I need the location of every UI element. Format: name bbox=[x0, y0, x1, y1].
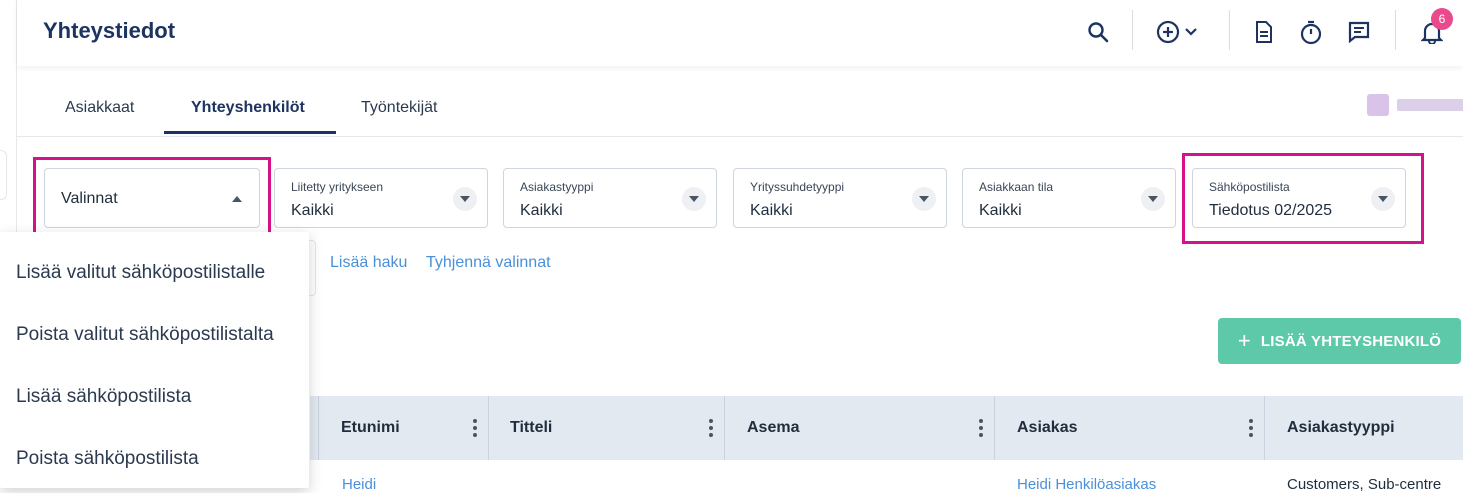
column-label: Asema bbox=[747, 419, 800, 436]
caret-down-icon bbox=[912, 187, 936, 211]
caret-down-icon bbox=[1141, 187, 1165, 211]
document-icon[interactable] bbox=[1249, 17, 1279, 47]
add-contact-button[interactable]: + LISÄÄ YHTEYSHENKILÖ bbox=[1218, 318, 1461, 364]
column-menu-icon[interactable] bbox=[979, 419, 983, 440]
add-circle-icon[interactable] bbox=[1153, 17, 1183, 47]
active-tab-indicator bbox=[164, 131, 336, 134]
header-divider bbox=[1132, 10, 1133, 50]
user-name-blurred bbox=[1397, 99, 1463, 111]
asiakkaan-tila-select[interactable]: Asiakkaan tila Kaikki bbox=[962, 168, 1176, 228]
table-header: Etunimi Titteli Asema Asiakas Asiakastyy… bbox=[310, 396, 1463, 460]
filter-value: Kaikki bbox=[750, 202, 793, 219]
column-titteli[interactable]: Titteli bbox=[489, 396, 725, 460]
filter-value: Kaikki bbox=[291, 202, 334, 219]
tab-tyontekijat[interactable]: Työntekijät bbox=[361, 99, 437, 117]
notification-badge: 6 bbox=[1431, 8, 1453, 30]
valinnat-menu: Lisää valitut sähköpostilistalle Poista … bbox=[0, 232, 309, 488]
clear-selections-link[interactable]: Tyhjennä valinnat bbox=[426, 254, 551, 272]
header-divider bbox=[1395, 10, 1396, 50]
cell-asiakas[interactable]: Heidi Henkilöasiakas bbox=[1017, 476, 1156, 493]
add-contact-label: LISÄÄ YHTEYSHENKILÖ bbox=[1260, 332, 1442, 350]
column-asiakas[interactable]: Asiakas bbox=[995, 396, 1265, 460]
column-label: Etunimi bbox=[341, 419, 400, 436]
menu-item-remove-list[interactable]: Poista sähköpostilista bbox=[16, 448, 199, 470]
filter-label: Asiakastyyppi bbox=[520, 180, 594, 194]
caret-down-icon bbox=[453, 187, 477, 211]
plus-icon: + bbox=[1237, 328, 1251, 353]
page-title: Yhteystiedot bbox=[43, 18, 176, 43]
menu-item-remove-selected[interactable]: Poista valitut sähköpostilistalta bbox=[16, 324, 274, 346]
filter-label: Liitetty yritykseen bbox=[291, 180, 384, 194]
chat-icon[interactable] bbox=[1344, 17, 1374, 47]
column-asiakastyyppi[interactable]: Asiakastyyppi bbox=[1265, 396, 1463, 460]
add-search-link[interactable]: Lisää haku bbox=[330, 254, 407, 272]
yrityssuhdetyyppi-select[interactable]: Yrityssuhdetyyppi Kaikki bbox=[733, 168, 947, 228]
filter-label: Yrityssuhdetyyppi bbox=[750, 180, 845, 194]
column-menu-icon[interactable] bbox=[473, 419, 477, 440]
column-label: Asiakastyyppi bbox=[1287, 419, 1395, 436]
menu-item-add-list[interactable]: Lisää sähköpostilista bbox=[16, 386, 191, 408]
top-header: Yhteystiedot bbox=[17, 0, 1463, 66]
filter-value: Kaikki bbox=[979, 202, 1022, 219]
liitetty-yritykseen-select[interactable]: Liitetty yritykseen Kaikki bbox=[274, 168, 488, 228]
caret-down-icon bbox=[682, 187, 706, 211]
header-divider bbox=[1229, 10, 1230, 50]
avatar bbox=[1367, 94, 1389, 116]
cell-asiakastyyppi: Customers, Sub-centre bbox=[1287, 476, 1442, 493]
chevron-down-icon[interactable] bbox=[1181, 17, 1201, 47]
cell-etunimi[interactable]: Heidi bbox=[342, 476, 376, 493]
column-etunimi[interactable]: Etunimi bbox=[319, 396, 489, 460]
timer-icon[interactable] bbox=[1296, 17, 1326, 47]
tab-yhteyshenkilot[interactable]: Yhteyshenkilöt bbox=[191, 99, 305, 117]
tab-bar: Asiakkaat Yhteyshenkilöt Työntekijät bbox=[17, 66, 1463, 137]
filter-label: Asiakkaan tila bbox=[979, 180, 1054, 194]
asiakastyyppi-select[interactable]: Asiakastyyppi Kaikki bbox=[503, 168, 717, 228]
highlight-box bbox=[1182, 153, 1424, 244]
column-menu-icon[interactable] bbox=[709, 419, 713, 440]
column-label: Asiakas bbox=[1017, 419, 1078, 436]
user-chip[interactable] bbox=[1367, 94, 1463, 116]
menu-item-add-selected[interactable]: Lisää valitut sähköpostilistalle bbox=[16, 262, 265, 284]
column-label: Titteli bbox=[510, 419, 553, 436]
tab-asiakkaat[interactable]: Asiakkaat bbox=[65, 99, 134, 117]
search-icon[interactable] bbox=[1083, 17, 1113, 47]
sidebar-toggle[interactable] bbox=[0, 150, 7, 200]
filter-value: Kaikki bbox=[520, 202, 563, 219]
column-asema[interactable]: Asema bbox=[725, 396, 995, 460]
column-menu-icon[interactable] bbox=[1249, 419, 1253, 440]
